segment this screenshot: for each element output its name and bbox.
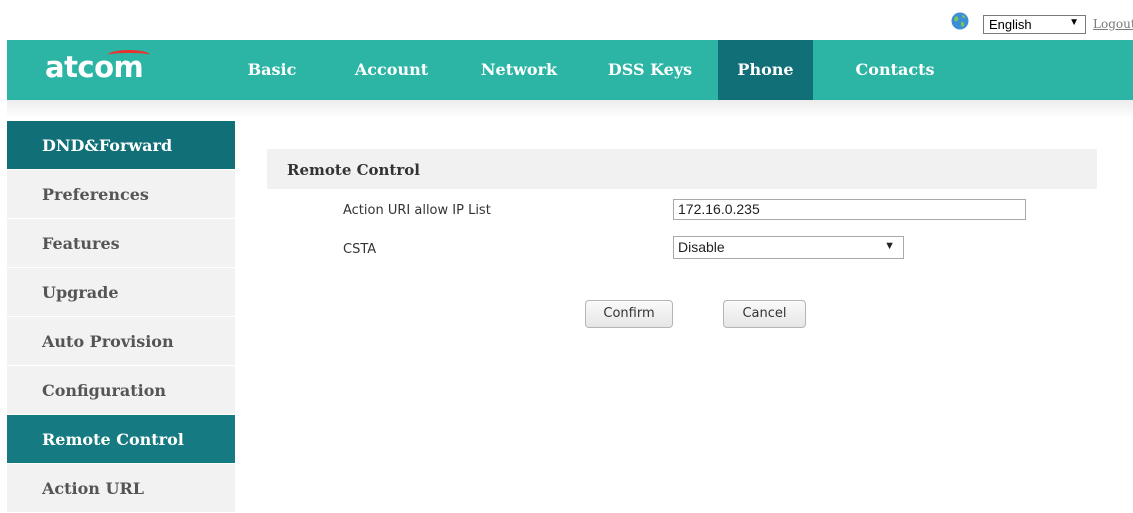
nav-network[interactable]: Network: [469, 40, 569, 100]
cancel-button[interactable]: Cancel: [723, 300, 806, 328]
logout-link[interactable]: Logout: [1093, 17, 1133, 31]
csta-label: CSTA: [343, 242, 377, 257]
sidebar-item-auto-provision[interactable]: Auto Provision: [7, 317, 235, 366]
logo-accent: [108, 50, 150, 60]
language-select-value: English: [989, 17, 1032, 32]
header-shadow: [7, 100, 1133, 118]
top-utility-bar: English ▼ Logout: [0, 0, 1133, 40]
chevron-down-icon: ▼: [884, 240, 895, 252]
atcom-logo: atcom: [45, 50, 150, 86]
nav-dss-keys[interactable]: DSS Keys: [595, 40, 705, 100]
sidebar-item-preferences[interactable]: Preferences: [7, 170, 235, 219]
csta-select-value: Disable: [678, 239, 725, 255]
nav-basic[interactable]: Basic: [237, 40, 307, 100]
nav-account[interactable]: Account: [344, 40, 439, 100]
action-uri-label: Action URI allow IP List: [343, 203, 491, 218]
main-header: atcom Basic Account Network DSS Keys Pho…: [7, 40, 1133, 100]
sidebar-item-upgrade[interactable]: Upgrade: [7, 268, 235, 317]
chevron-down-icon: ▼: [1069, 17, 1079, 28]
section-header: Remote Control: [267, 149, 1097, 189]
globe-icon: [951, 12, 969, 30]
nav-contacts[interactable]: Contacts: [845, 40, 945, 100]
sidebar-item-action-url[interactable]: Action URL: [7, 464, 235, 513]
confirm-button[interactable]: Confirm: [585, 300, 673, 328]
csta-select[interactable]: Disable ▼: [673, 236, 904, 259]
sidebar-item-configuration[interactable]: Configuration: [7, 366, 235, 415]
section-title: Remote Control: [287, 161, 420, 179]
sidebar-item-dnd-forward[interactable]: DND&Forward: [7, 121, 235, 170]
action-uri-input[interactable]: 172.16.0.235: [673, 199, 1026, 220]
sidebar-item-features[interactable]: Features: [7, 219, 235, 268]
sidebar: DND&Forward Preferences Features Upgrade…: [7, 121, 235, 513]
sidebar-item-remote-control[interactable]: Remote Control: [7, 415, 235, 464]
nav-phone[interactable]: Phone: [718, 40, 813, 100]
language-select[interactable]: English ▼: [983, 15, 1086, 34]
